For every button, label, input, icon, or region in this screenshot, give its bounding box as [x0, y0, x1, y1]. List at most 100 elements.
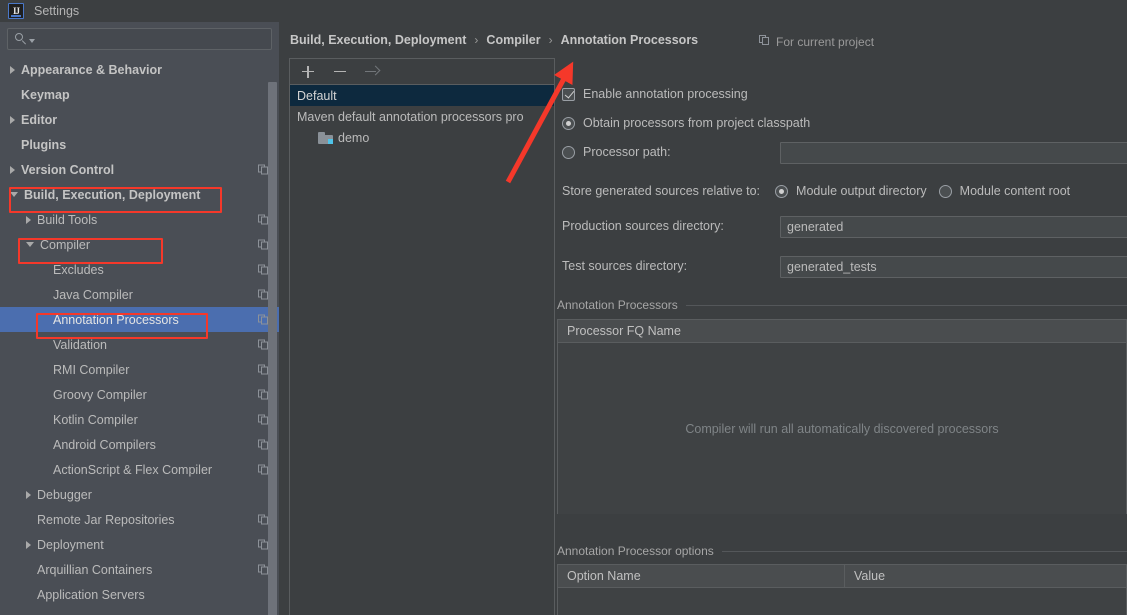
enable-annotation-processing-checkbox[interactable]: [562, 87, 575, 101]
profile-list-item[interactable]: Maven default annotation processors pro: [290, 106, 554, 127]
sidebar-item-deployment[interactable]: Deployment: [0, 532, 279, 557]
search-input[interactable]: [35, 31, 265, 47]
sidebar-item-label: ActionScript & Flex Compiler: [53, 462, 213, 477]
chevron-right-icon[interactable]: [26, 215, 31, 224]
table-header: Processor FQ Name: [558, 320, 1126, 343]
sidebar-item-label: Build Tools: [37, 212, 98, 227]
breadcrumb-item[interactable]: Build, Execution, Deployment: [290, 33, 466, 47]
chevron-right-icon[interactable]: [26, 490, 31, 499]
sidebar-item-label: Arquillian Containers: [37, 562, 153, 577]
sidebar-item-label: Debugger: [37, 487, 92, 502]
sidebar-item-build-tools[interactable]: Build Tools: [0, 207, 279, 232]
breadcrumb-item[interactable]: Annotation Processors: [561, 33, 699, 47]
settings-sidebar: Appearance & Behavior Keymap Editor Plugins…: [0, 22, 279, 615]
sidebar-item-label: Application Servers: [37, 587, 145, 602]
sidebar-item-excludes[interactable]: Excludes: [0, 257, 279, 282]
sidebar-item-remote-jar-repositories[interactable]: Remote Jar Repositories: [0, 507, 279, 532]
folder-icon: [318, 131, 333, 144]
breadcrumb-separator: ›: [474, 33, 479, 47]
sidebar-item-actionscript-flex-compiler[interactable]: ActionScript & Flex Compiler: [0, 457, 279, 482]
annotation-processor-options-table[interactable]: Option Name Value: [557, 564, 1127, 615]
processor-path-radio[interactable]: [562, 145, 575, 159]
module-content-root-radio[interactable]: [938, 184, 952, 198]
obtain-from-classpath-label: Obtain processors from project classpath: [583, 116, 811, 130]
profile-list-item-label: Default: [297, 88, 337, 103]
processor-path-row[interactable]: Processor path:: [562, 145, 671, 159]
sidebar-item-validation[interactable]: Validation: [0, 332, 279, 357]
add-profile-button[interactable]: [300, 64, 316, 80]
column-header-processor-fq-name[interactable]: Processor FQ Name: [558, 320, 1126, 342]
search-box[interactable]: [7, 28, 272, 50]
sidebar-scrollbar-track[interactable]: [268, 52, 278, 615]
sidebar-item-label: Remote Jar Repositories: [37, 512, 175, 527]
annotation-processors-group-title: Annotation Processors: [557, 298, 1127, 312]
sidebar-item-kotlin-compiler[interactable]: Kotlin Compiler: [0, 407, 279, 432]
for-current-project-label: For current project: [759, 35, 874, 49]
move-to-profile-button[interactable]: [364, 64, 380, 80]
sidebar-item-debugger[interactable]: Debugger: [0, 482, 279, 507]
sidebar-item-plugins[interactable]: Plugins: [0, 132, 279, 157]
chevron-right-icon[interactable]: [10, 65, 15, 74]
breadcrumb-separator: ›: [548, 33, 553, 47]
sidebar-item-build-execution-deployment[interactable]: Build, Execution, Deployment: [0, 182, 279, 207]
breadcrumb-item[interactable]: Compiler: [486, 33, 540, 47]
chevron-right-icon[interactable]: [10, 115, 15, 124]
sidebar-item-application-servers[interactable]: Application Servers: [0, 582, 279, 607]
obtain-from-classpath-row[interactable]: Obtain processors from project classpath: [562, 116, 810, 130]
profiles-toolbar: [290, 59, 554, 85]
sidebar-item-label: Kotlin Compiler: [53, 412, 138, 427]
sidebar-item-label: Groovy Compiler: [53, 387, 147, 402]
table-body: Compiler will run all automatically disc…: [558, 343, 1126, 514]
chevron-right-icon[interactable]: [10, 165, 15, 174]
sidebar-item-editor[interactable]: Editor: [0, 107, 279, 132]
annotation-processors-table[interactable]: Processor FQ Name Compiler will run all …: [557, 319, 1127, 514]
chevron-right-icon[interactable]: [26, 540, 31, 549]
processor-path-label: Processor path:: [583, 145, 671, 159]
sidebar-item-rmi-compiler[interactable]: RMI Compiler: [0, 357, 279, 382]
enable-annotation-processing-label: Enable annotation processing: [583, 87, 748, 101]
obtain-from-classpath-radio[interactable]: [562, 116, 575, 130]
settings-dialog: IJ Settings Appearance & Behavior Keymap E…: [0, 0, 1127, 615]
enable-annotation-processing-row[interactable]: Enable annotation processing: [562, 87, 748, 101]
sidebar-item-compiler[interactable]: Compiler: [0, 232, 279, 257]
group-divider: [721, 550, 1127, 552]
sidebar-item-label: Version Control: [21, 162, 115, 177]
remove-profile-button[interactable]: [332, 64, 348, 80]
sidebar-item-keymap[interactable]: Keymap: [0, 82, 279, 107]
annotation-processors-settings: Enable annotation processing Obtain proc…: [557, 54, 1127, 615]
sidebar-item-label: Excludes: [53, 262, 104, 277]
module-output-directory-radio[interactable]: [775, 184, 789, 198]
copy-icon: [759, 35, 770, 48]
sidebar-item-version-control[interactable]: Version Control: [0, 157, 279, 182]
sidebar-item-annotation-processors[interactable]: Annotation Processors: [0, 307, 279, 332]
test-sources-input[interactable]: generated_tests: [780, 256, 1127, 278]
sidebar-item-arquillian-containers[interactable]: Arquillian Containers: [0, 557, 279, 582]
profiles-panel: Default Maven default annotation processo…: [289, 58, 555, 615]
sidebar-item-android-compilers[interactable]: Android Compilers: [0, 432, 279, 457]
sidebar-scrollbar-thumb[interactable]: [268, 82, 277, 615]
production-sources-label: Production sources directory:: [562, 219, 724, 233]
profiles-list: Default Maven default annotation processo…: [290, 85, 554, 148]
sidebar-item-java-compiler[interactable]: Java Compiler: [0, 282, 279, 307]
sidebar-item-label: Appearance & Behavior: [21, 62, 163, 77]
table-header: Option Name Value: [558, 565, 1126, 588]
column-header-value[interactable]: Value: [845, 565, 1126, 587]
column-header-option-name[interactable]: Option Name: [558, 565, 845, 587]
annotation-processor-options-group-title: Annotation Processor options: [557, 544, 1127, 558]
profile-list-item-label: Maven default annotation processors pro: [297, 109, 524, 124]
chevron-down-icon[interactable]: [26, 242, 34, 247]
chevron-down-icon[interactable]: [10, 192, 18, 197]
sidebar-item-label: Annotation Processors: [53, 312, 179, 327]
profile-list-item[interactable]: Default: [290, 85, 554, 106]
module-output-directory-label: Module output directory: [796, 184, 927, 198]
production-sources-input[interactable]: generated: [780, 216, 1127, 238]
title-bar: IJ Settings: [0, 0, 1127, 22]
sidebar-item-appearance-behavior[interactable]: Appearance & Behavior: [0, 57, 279, 82]
sidebar-item-groovy-compiler[interactable]: Groovy Compiler: [0, 382, 279, 407]
processor-path-input[interactable]: [780, 142, 1127, 164]
profile-list-item[interactable]: demo: [290, 127, 554, 148]
